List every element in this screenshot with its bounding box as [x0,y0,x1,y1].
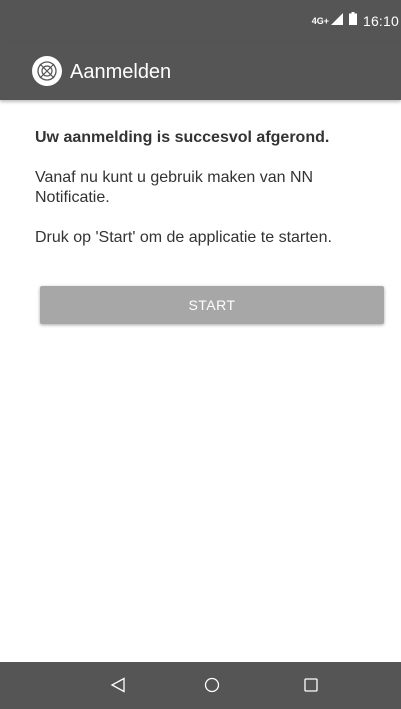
network-type: 4G+ [311,16,329,26]
success-heading: Uw aanmelding is succesvol afgerond. [35,129,330,146]
home-icon[interactable] [197,670,227,700]
page-title: Aanmelden [70,60,172,83]
recents-icon[interactable] [296,670,326,700]
app-bar: Aanmelden [0,42,401,100]
clock: 16:10 [362,13,399,29]
start-button[interactable]: START [40,286,384,324]
battery-icon [348,12,357,30]
signal-icon [330,12,343,30]
info-paragraph: Vanaf nu kunt u gebruik maken van NN Not… [35,169,314,206]
instruction-paragraph: Druk op 'Start' om de applicatie te star… [35,229,332,246]
status-icons: 4G+ 16:10 [312,12,399,30]
status-bar: 4G+ 16:10 [0,0,401,42]
confirmation-content: Uw aanmelding is succesvol afgerond. Van… [35,128,375,268]
navigation-bar [0,662,401,709]
nn-logo-icon [32,56,62,86]
back-icon[interactable] [103,670,133,700]
